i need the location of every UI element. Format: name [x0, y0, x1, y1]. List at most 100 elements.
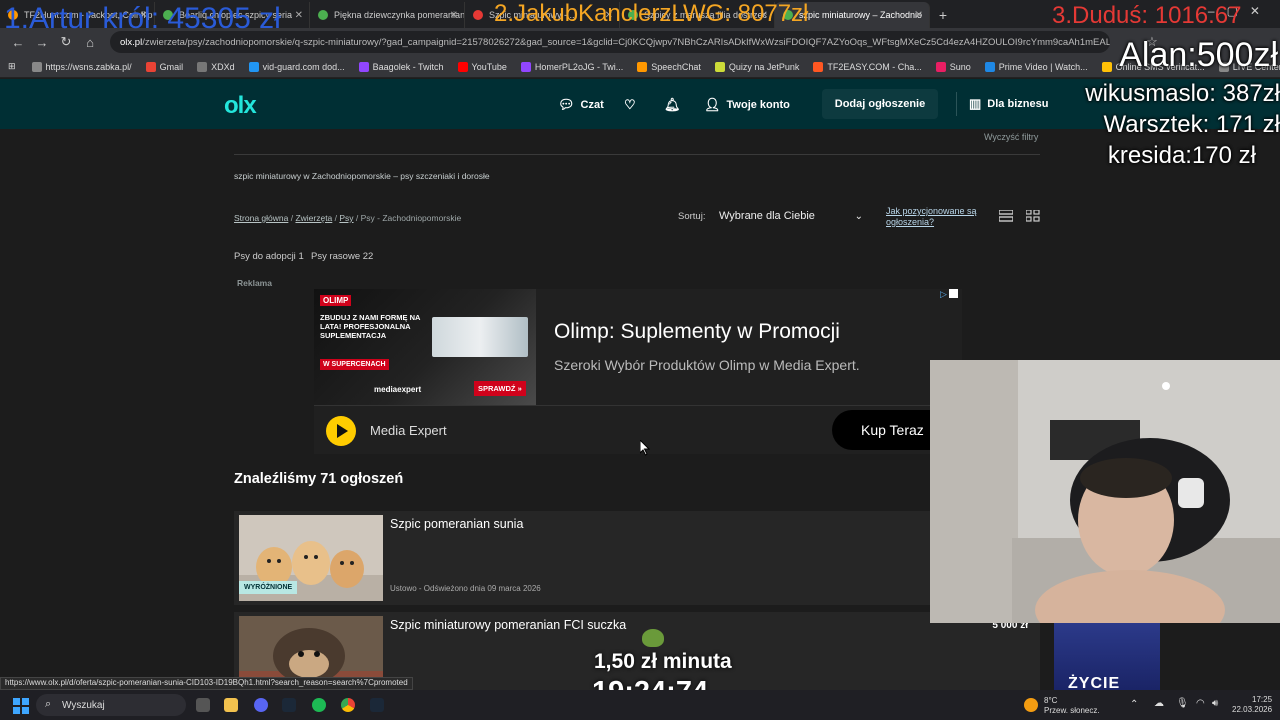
notifications-link[interactable]: 🔔︎ [664, 97, 687, 113]
adchoices-icon[interactable]: ▷ [940, 289, 960, 299]
ad-check-button[interactable]: SPRAWDŹ » [474, 381, 526, 396]
heart-icon: ♡ [624, 97, 636, 112]
list-view-icon[interactable] [999, 210, 1013, 222]
status-bar-url: https://www.olx.pl/d/oferta/szpic-pomera… [0, 677, 413, 690]
bookmark-favicon-icon [358, 61, 369, 72]
bookmark-item[interactable]: Baagolek - Twitch [358, 61, 444, 72]
chat-link[interactable]: 💬︎ Czat [558, 97, 604, 113]
donor-recent: Warsztek: 171 zł [1103, 111, 1280, 138]
breadcrumb-home[interactable]: Strona główna [234, 213, 288, 223]
positioning-info-link[interactable]: Jak pozycjonowane są ogłoszenia? [886, 206, 977, 228]
category-filter-purebred[interactable]: Psy rasowe 22 [311, 251, 373, 262]
forward-icon[interactable]: → [30, 35, 54, 50]
microphone-icon[interactable]: 🎙︎ [1176, 698, 1189, 709]
bookmark-label: HomerPL2oJG - Twi... [534, 61, 624, 72]
chat-label: Czat [580, 99, 604, 111]
positioning-link-line1: Jak pozycjonowane są [886, 206, 977, 216]
breadcrumb-dogs[interactable]: Psy [339, 213, 353, 223]
apps-icon[interactable]: ⊞ [8, 61, 16, 72]
tab-close-icon[interactable]: ✕ [915, 10, 923, 21]
bookmark-favicon-icon [935, 61, 946, 72]
business-link[interactable]: ▥ Dla biznesu [956, 92, 1048, 116]
weather-widget[interactable]: 8°C Przew. słonecz. [1044, 696, 1100, 716]
donor-recent: kresida:170 zł [1107, 142, 1256, 169]
listing-title[interactable]: Szpic miniaturowy pomeranian FCI suczka [390, 618, 626, 632]
bookmark-favicon-icon [520, 61, 531, 72]
olx-logo[interactable]: olx [224, 92, 257, 120]
clock[interactable]: 17:25 22.03.2026 [1232, 695, 1272, 715]
breadcrumb-animals[interactable]: Zwierzęta [295, 213, 332, 223]
ad-brand-tag: OLIMP [320, 295, 352, 306]
favorites-link[interactable]: ♡ [624, 97, 642, 113]
listing-card[interactable]: WYRÓŻNIONE Szpic pomeranian sunia Ustowo… [234, 511, 1040, 605]
bookmark-label: Baagolek - Twitch [372, 61, 444, 72]
poster-text: ŻYCIE [1068, 675, 1121, 690]
divider [234, 154, 1040, 155]
poster-image: ŻYCIE [1054, 623, 1160, 690]
bookmark-item[interactable]: TF2EASY.COM - Cha... [813, 61, 922, 72]
ad-title[interactable]: Olimp: Suplementy w Promocji [554, 320, 840, 344]
tab-favicon-icon [318, 10, 328, 20]
category-filter-adoption[interactable]: Psy do adopcji 1 [234, 251, 304, 262]
new-tab-button[interactable]: + [930, 2, 956, 28]
bookmark-item[interactable]: Quizy na JetPunk [714, 61, 799, 72]
sort-value: Wybrane dla Ciebie [719, 210, 815, 222]
bookmark-item[interactable]: https://wsns.zabka.pl/ [31, 61, 132, 72]
add-listing-button[interactable]: Dodaj ogłoszenie [822, 89, 938, 119]
weather-temp: 8°C [1044, 696, 1058, 705]
windows-start-icon[interactable] [13, 698, 29, 714]
bookmark-item[interactable]: SpeechChat [637, 61, 701, 72]
bookmarks-bar: ⊞ https://wsns.zabka.pl/ Gmail XDXd vid-… [0, 56, 1280, 78]
tab-close-icon[interactable]: ✕ [295, 10, 303, 21]
category-count: 1 [298, 251, 304, 262]
clock-date: 22.03.2026 [1232, 705, 1273, 714]
file-explorer-icon[interactable] [224, 698, 238, 712]
account-label: Twoje konto [726, 99, 790, 111]
home-icon[interactable]: ⌂ [78, 35, 102, 50]
chrome-icon[interactable] [341, 698, 355, 712]
task-view-icon[interactable] [196, 698, 210, 712]
bookmark-item[interactable]: HomerPL2oJG - Twi... [520, 61, 624, 72]
discord-icon[interactable] [254, 698, 268, 712]
business-label: Dla biznesu [987, 98, 1049, 110]
url-path: /zwierzeta/psy/zachodniopomorskie/q-szpi… [142, 36, 1110, 48]
wifi-icon[interactable]: ◠ [1196, 698, 1205, 709]
bookmark-item[interactable]: YouTube [457, 61, 507, 72]
tab-close-icon[interactable]: ✕ [450, 10, 458, 21]
tray-chevron-icon[interactable]: ⌃ [1130, 699, 1138, 710]
play-icon[interactable] [326, 416, 356, 446]
grid-view-icon[interactable] [1026, 210, 1040, 222]
bookmark-label: Gmail [159, 61, 184, 72]
url-domain: olx.pl [120, 36, 143, 48]
spotify-icon[interactable] [312, 698, 326, 712]
ad-subtitle: Szeroki Wybór Produktów Olimp w Media Ex… [554, 357, 860, 373]
taskbar-search[interactable]: ⌕ Wyszukaj [36, 694, 186, 716]
bookmark-label: SpeechChat [651, 61, 701, 72]
clock-time: 17:25 [1252, 695, 1273, 704]
user-icon: 👤︎ [704, 97, 721, 112]
ad-advertiser: Media Expert [370, 423, 447, 438]
page-heading: szpic miniaturowy w Zachodniopomorskie –… [234, 171, 490, 181]
building-icon: ▥ [969, 96, 982, 111]
donor-recent: Alan:500zł [1119, 36, 1278, 74]
clear-filters-link[interactable]: Wyczyść filtry [984, 132, 1038, 142]
ad-retailer-logo: mediaexpert [374, 385, 422, 394]
account-link[interactable]: 👤︎ Twoje konto [704, 97, 790, 113]
bookmark-item[interactable]: Suno [935, 61, 971, 72]
back-icon[interactable]: ← [6, 35, 30, 50]
tray-app-icon[interactable]: ☁ [1154, 698, 1164, 709]
ad-image[interactable]: OLIMP ZBUDUJ Z NAMI FORMĘ NA LATA! PROFE… [314, 289, 536, 405]
bookmark-item[interactable]: Gmail [145, 61, 184, 72]
reload-icon[interactable]: ↻ [54, 34, 78, 50]
listing-title[interactable]: Szpic pomeranian sunia [390, 517, 523, 531]
bookmark-item[interactable]: XDXd [197, 61, 235, 72]
sort-select[interactable]: Wybrane dla Ciebie ⌄ [711, 202, 869, 230]
steam-icon[interactable] [282, 698, 296, 712]
browser-tab[interactable]: Piękna dziewczynka pomeranian ✕ [310, 2, 465, 28]
bookmark-item[interactable]: vid-guard.com dod... [248, 61, 345, 72]
bookmark-item[interactable]: Prime Video | Watch... [984, 61, 1088, 72]
advertisement-banner[interactable]: OLIMP ZBUDUJ Z NAMI FORMĘ NA LATA! PROFE… [314, 289, 962, 454]
results-count: Znaleźliśmy 71 ogłoszeń [234, 471, 404, 487]
volume-icon[interactable]: 🔊︎ [1212, 698, 1218, 709]
steam-icon-2[interactable] [370, 698, 384, 712]
